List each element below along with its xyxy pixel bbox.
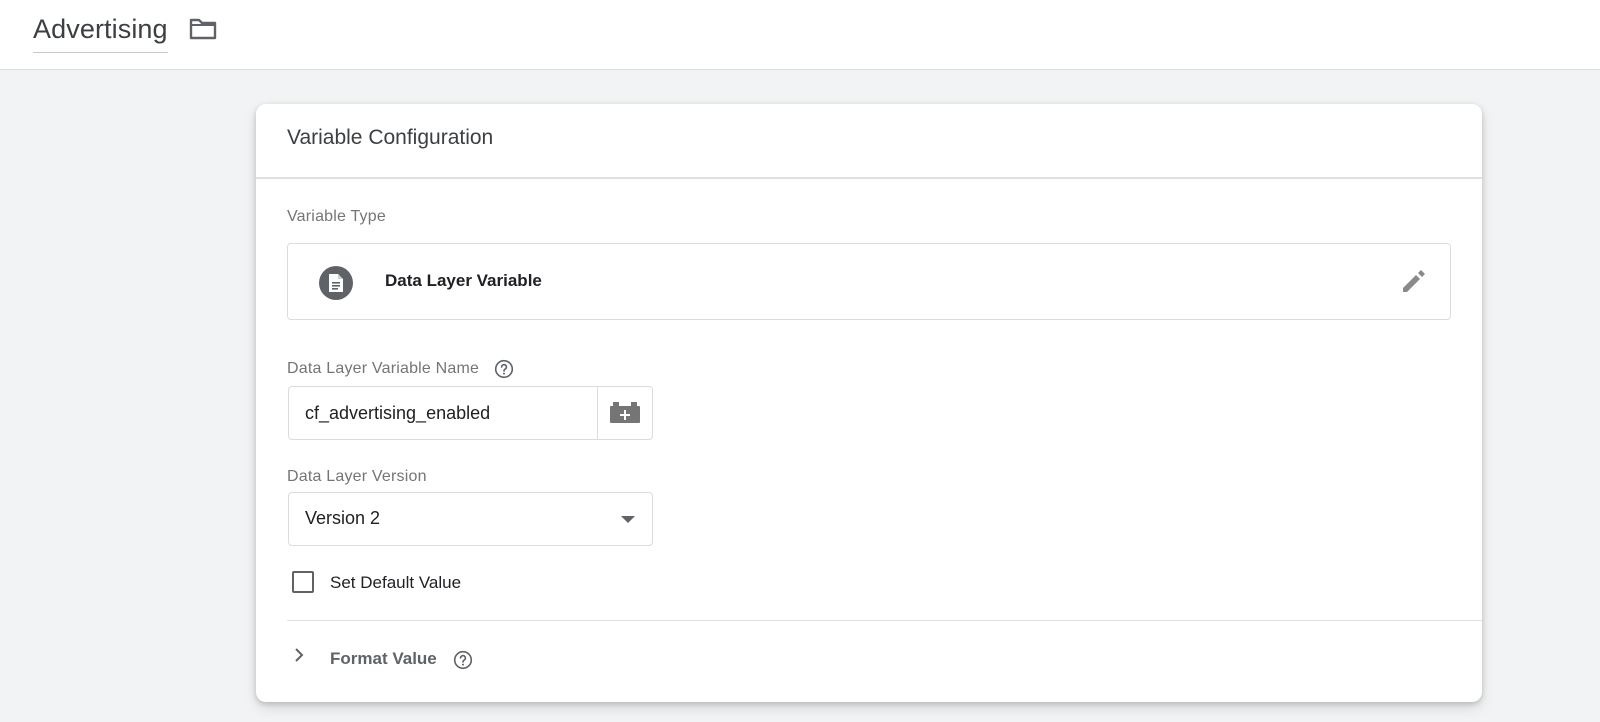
top-bar: Advertising bbox=[0, 0, 1600, 70]
divider bbox=[287, 620, 1482, 621]
chevron-down-icon bbox=[621, 516, 635, 523]
page-title[interactable]: Advertising bbox=[33, 14, 168, 44]
help-icon[interactable] bbox=[453, 650, 473, 670]
dlv-name-label: Data Layer Variable Name bbox=[287, 360, 480, 377]
folder-icon[interactable] bbox=[188, 16, 218, 42]
dl-version-label: Data Layer Version bbox=[287, 468, 427, 485]
variable-picker-button[interactable] bbox=[597, 386, 653, 440]
dlv-name-input[interactable] bbox=[288, 386, 598, 440]
default-value-label[interactable]: Set Default Value bbox=[330, 573, 461, 593]
variable-type-selector[interactable]: Data Layer Variable bbox=[287, 243, 1451, 320]
dl-version-select[interactable]: Version 2 bbox=[288, 492, 653, 546]
format-value-expander[interactable]: Format Value bbox=[290, 644, 490, 678]
format-value-label: Format Value bbox=[330, 649, 437, 668]
container-title-field[interactable]: Advertising bbox=[33, 10, 168, 53]
card-header: Variable Configuration bbox=[256, 104, 1482, 179]
variable-type-label: Variable Type bbox=[287, 208, 386, 225]
variable-picker-icon bbox=[610, 402, 640, 423]
chevron-right-icon bbox=[290, 646, 308, 664]
variable-type-name: Data Layer Variable bbox=[385, 271, 542, 290]
variable-configuration-card: Variable Configuration Variable Type Dat… bbox=[256, 104, 1482, 702]
default-value-checkbox[interactable] bbox=[292, 571, 314, 593]
pencil-icon[interactable] bbox=[1398, 266, 1428, 296]
help-icon[interactable] bbox=[494, 359, 514, 379]
dl-version-selected: Version 2 bbox=[305, 508, 381, 528]
document-icon bbox=[319, 266, 353, 300]
card-title: Variable Configuration bbox=[287, 126, 494, 149]
